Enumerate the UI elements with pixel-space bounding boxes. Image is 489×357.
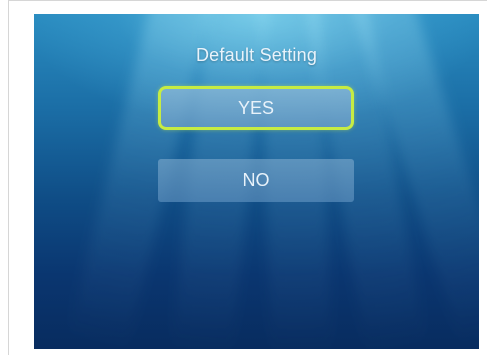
yes-button[interactable]: YES <box>158 86 354 130</box>
device-screen: Default Setting YES NO <box>34 14 479 349</box>
dialog-title: Default Setting <box>195 45 318 65</box>
no-button-label: NO <box>242 170 270 190</box>
no-button[interactable]: NO <box>158 159 354 202</box>
yes-button-label: YES <box>237 97 275 118</box>
